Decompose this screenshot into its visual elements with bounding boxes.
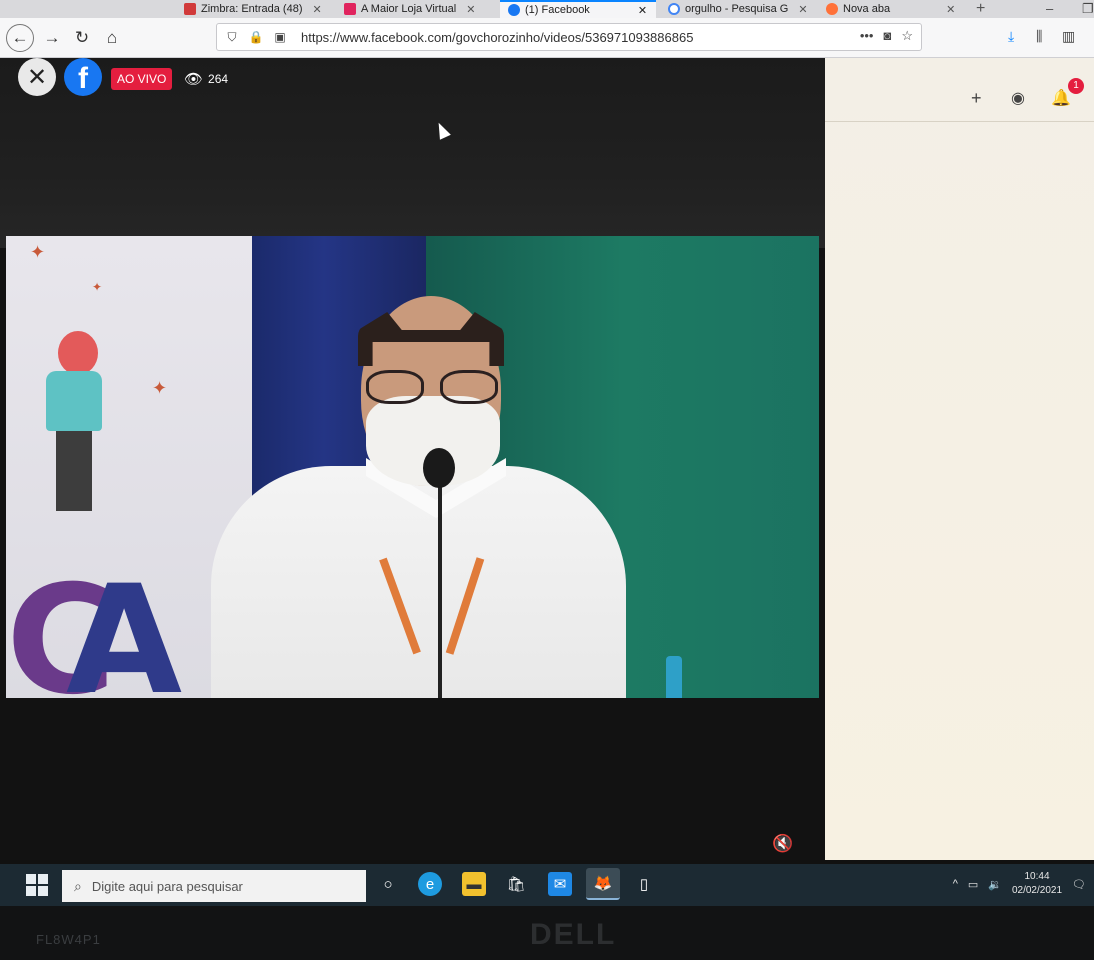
sidebar-icon[interactable]: ▥ [1062, 28, 1075, 45]
tab-close-icon[interactable]: ✕ [798, 3, 807, 16]
tab-title: (1) Facebook [525, 4, 590, 16]
monitor-bezel: FL8W4P1 DELL [0, 906, 1094, 960]
viewer-count-value: 264 [208, 72, 229, 86]
clock-date: 02/02/2021 [1011, 885, 1063, 896]
monitor-serial-label: FL8W4P1 [36, 932, 101, 947]
facebook-page-background: + ◉ 🔔 [825, 58, 1094, 860]
downloads-icon[interactable]: ⤓ [1008, 28, 1014, 45]
permissions-icon[interactable]: ▣ [271, 30, 289, 44]
taskbar-search-input[interactable]: ⌕ Digite aqui para pesquisar [62, 870, 366, 902]
new-tab-button[interactable]: + [976, 0, 985, 18]
search-icon: ⌕ [74, 877, 82, 894]
illustration-figure [58, 331, 98, 375]
tab-zimbra[interactable]: Zimbra: Entrada (48) ✕ [184, 0, 334, 18]
firefox-icon[interactable]: 🦊 [586, 868, 620, 900]
tab-close-icon[interactable]: ✕ [312, 3, 321, 16]
system-tray: ^ ▭ 🔉 10:44 02/02/2021 🗨 [953, 870, 1086, 898]
facebook-favicon-icon [508, 4, 520, 16]
navigation-bar: ← → ↻ ⌂ ⛉ 🔒 ▣ https://www.facebook.com/g… [0, 18, 1094, 58]
mute-button[interactable]: 🔇 [772, 834, 793, 854]
tracking-shield-icon[interactable]: ⛉ [223, 30, 241, 45]
viewer-count: 👁 264 [184, 70, 228, 88]
screen: Zimbra: Entrada (48) ✕ A Maior Loja Virt… [0, 0, 1094, 960]
network-icon[interactable]: ▭ [968, 878, 978, 891]
video-viewer: ✕ f AO VIVO 👁 264 ✦ ✦ ✦ C A 🔇 [0, 58, 825, 860]
live-badge: AO VIVO [111, 68, 173, 90]
url-text[interactable]: https://www.facebook.com/govchorozinho/v… [301, 30, 693, 45]
search-placeholder: Digite aqui para pesquisar [91, 878, 243, 894]
action-center-icon[interactable]: 🗨 [1072, 878, 1086, 891]
sparkle-icon: ✦ [152, 378, 168, 398]
volume-icon[interactable]: 🔉 [988, 878, 1002, 891]
google-icon [668, 3, 680, 15]
microphone-stand [438, 472, 442, 698]
banner-shape: A [66, 554, 183, 698]
notepad-icon[interactable]: ▯ [632, 872, 656, 896]
messenger-icon[interactable]: ◉ [1011, 88, 1025, 108]
tab-google-search[interactable]: orgulho - Pesquisa G ✕ [664, 0, 810, 18]
mail-icon[interactable]: ✉ [548, 872, 572, 896]
tab-close-icon[interactable]: ✕ [638, 4, 647, 17]
bottle [666, 656, 682, 698]
tray-expand-icon[interactable]: ^ [953, 878, 958, 890]
sparkle-icon: ✦ [30, 242, 46, 262]
bookmark-star-icon[interactable]: ☆ [901, 28, 913, 44]
notifications-bell-icon[interactable]: 🔔 [1051, 88, 1071, 108]
pocket-icon[interactable]: ◙ [883, 28, 891, 44]
notification-badge[interactable]: 1 [1068, 78, 1084, 94]
create-button[interactable]: + [971, 88, 982, 109]
facebook-top-bar: + ◉ 🔔 [825, 58, 1094, 122]
zimbra-icon [184, 3, 196, 15]
tab-nova-aba[interactable]: Nova aba ✕ [822, 0, 968, 18]
back-button[interactable]: ← [6, 24, 34, 52]
tab-close-icon[interactable]: ✕ [946, 3, 955, 16]
illustration-figure-body [46, 371, 102, 431]
illustration-figure-legs [56, 431, 92, 511]
sparkle-icon: ✦ [92, 280, 103, 294]
clock-time: 10:44 [1024, 871, 1050, 882]
address-bar[interactable]: ⛉ 🔒 ▣ https://www.facebook.com/govchoroz… [216, 23, 922, 51]
restore-window-icon[interactable]: ❐ [1082, 0, 1094, 18]
forward-button[interactable]: → [38, 24, 66, 52]
tab-title: Zimbra: Entrada (48) [201, 3, 303, 15]
windows-start-icon[interactable] [26, 874, 48, 896]
tab-title: A Maior Loja Virtual [361, 3, 457, 15]
file-explorer-icon[interactable]: ▬ [462, 872, 486, 896]
minimize-window-icon[interactable]: – [1046, 0, 1053, 18]
page-actions-icon[interactable]: ••• [860, 28, 874, 44]
home-button[interactable]: ⌂ [98, 24, 126, 52]
tab-title: Nova aba [843, 3, 891, 15]
edge-icon[interactable]: e [418, 872, 442, 896]
monitor-brand-logo: DELL [530, 918, 617, 951]
tab-strip: Zimbra: Entrada (48) ✕ A Maior Loja Virt… [0, 0, 1094, 18]
reload-button[interactable]: ↻ [68, 24, 96, 52]
microphone-icon [423, 448, 455, 488]
live-video-frame[interactable]: ✦ ✦ ✦ C A [6, 236, 819, 698]
eye-icon: 👁 [184, 71, 204, 88]
firefox-favicon-icon [826, 3, 838, 15]
store-favicon-icon [344, 3, 356, 15]
speaker-glasses [366, 370, 498, 404]
tab-close-icon[interactable]: ✕ [466, 3, 475, 16]
tab-loja-virtual[interactable]: A Maior Loja Virtual ✕ [344, 0, 494, 18]
tab-facebook[interactable]: (1) Facebook ✕ [500, 0, 656, 18]
close-viewer-button[interactable]: ✕ [18, 58, 56, 96]
windows-taskbar: ⌕ Digite aqui para pesquisar ○ e ▬ 🛍 ✉ 🦊… [0, 864, 1094, 906]
clock[interactable]: 10:44 02/02/2021 [1012, 870, 1062, 898]
store-icon[interactable]: 🛍 [504, 872, 528, 896]
tab-title: orgulho - Pesquisa G [685, 3, 789, 15]
cortana-icon[interactable]: ○ [376, 872, 400, 896]
facebook-logo-icon[interactable]: f [64, 58, 102, 96]
lock-icon[interactable]: 🔒 [247, 30, 265, 44]
library-icon[interactable]: ⫼ [1036, 28, 1042, 45]
